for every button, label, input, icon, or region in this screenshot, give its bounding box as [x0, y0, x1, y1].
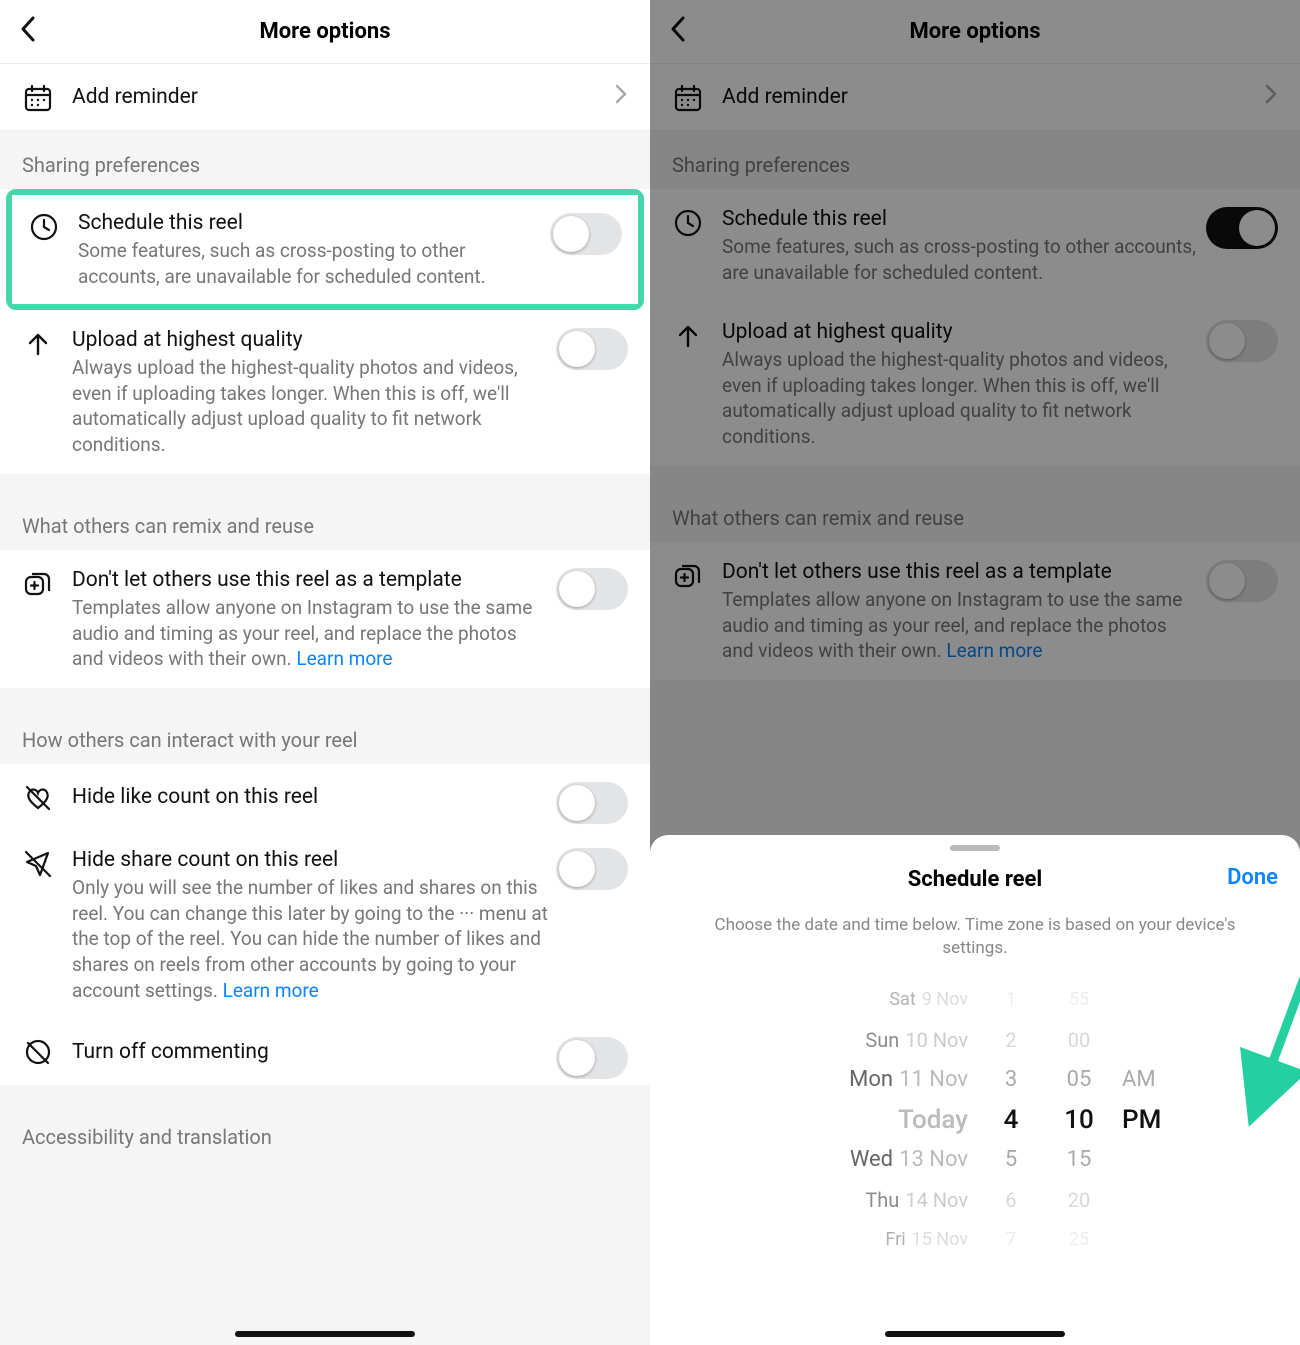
picker-minute-column[interactable]: 55 00 05 10 15 20 25 — [1054, 980, 1104, 1260]
learn-more-link-2[interactable]: Learn more — [223, 979, 319, 1002]
template-toggle[interactable] — [556, 568, 628, 610]
page-title: More options — [910, 19, 1041, 44]
schedule-title: Schedule this reel — [78, 209, 542, 237]
sheet-grabber[interactable] — [950, 845, 1000, 851]
turn-off-commenting-toggle[interactable] — [556, 1037, 628, 1079]
arrow-up-icon — [672, 320, 704, 352]
schedule-highlight: Schedule this reel Some features, such a… — [6, 189, 644, 310]
chevron-right-icon — [614, 82, 628, 112]
schedule-desc: Some features, such as cross-posting to … — [78, 238, 542, 289]
calendar-icon — [22, 82, 54, 114]
add-reminder-label: Add reminder — [72, 83, 628, 111]
template-icon — [672, 560, 704, 592]
upload-quality-row[interactable]: Upload at highest quality Always upload … — [0, 310, 650, 474]
schedule-toggle[interactable] — [550, 213, 622, 255]
datetime-picker[interactable]: Sat9 Nov Sun10 Nov Mon11 Nov Today Wed13… — [650, 980, 1300, 1260]
share-off-icon — [22, 848, 54, 880]
calendar-icon — [672, 82, 704, 114]
hide-shares-row[interactable]: Hide share count on this reel Only you w… — [0, 830, 650, 1020]
upload-quality-title: Upload at highest quality — [722, 318, 1198, 346]
left-screenshot: More options Add reminder Sharing prefer… — [0, 0, 650, 1345]
right-screenshot: More options Add reminder Sharing prefer… — [650, 0, 1300, 1345]
hide-shares-title: Hide share count on this reel — [72, 846, 548, 874]
hide-likes-toggle[interactable] — [556, 782, 628, 824]
template-title: Don't let others use this reel as a temp… — [72, 566, 548, 594]
upload-quality-toggle[interactable] — [1206, 320, 1278, 362]
section-sharing-prefs: Sharing preferences — [650, 131, 1300, 189]
upload-quality-toggle[interactable] — [556, 328, 628, 370]
add-reminder-row[interactable]: Add reminder — [0, 64, 650, 131]
schedule-desc: Some features, such as cross-posting to … — [722, 234, 1198, 285]
header: More options — [650, 0, 1300, 64]
template-row[interactable]: Don't let others use this reel as a temp… — [650, 542, 1300, 680]
section-remix: What others can remix and reuse — [650, 484, 1300, 542]
hide-likes-title: Hide like count on this reel — [72, 783, 628, 811]
picker-date-column[interactable]: Sat9 Nov Sun10 Nov Mon11 Nov Today Wed13… — [778, 980, 968, 1260]
home-indicator — [885, 1331, 1065, 1337]
section-interact: How others can interact with your reel — [0, 706, 650, 764]
clock-icon — [672, 207, 704, 239]
upload-quality-title: Upload at highest quality — [72, 326, 548, 354]
back-button[interactable] — [18, 15, 38, 49]
back-button[interactable] — [668, 15, 688, 49]
hide-likes-row[interactable]: Hide like count on this reel — [0, 764, 650, 830]
sheet-subtitle: Choose the date and time below. Time zon… — [650, 910, 1300, 980]
section-sharing-prefs: Sharing preferences — [0, 131, 650, 189]
add-reminder-row[interactable]: Add reminder — [650, 64, 1300, 131]
section-remix: What others can remix and reuse — [0, 492, 650, 550]
schedule-sheet: Schedule reel Done Choose the date and t… — [650, 835, 1300, 1345]
template-icon — [22, 568, 54, 600]
template-title: Don't let others use this reel as a temp… — [722, 558, 1198, 586]
done-button[interactable]: Done — [1227, 865, 1278, 890]
hide-shares-toggle[interactable] — [556, 848, 628, 890]
header: More options — [0, 0, 650, 64]
upload-quality-desc: Always upload the highest-quality photos… — [722, 347, 1198, 450]
comment-off-icon — [22, 1037, 54, 1069]
turn-off-commenting-title: Turn off commenting — [72, 1038, 628, 1066]
picker-hour-column[interactable]: 1 2 3 4 5 6 7 — [986, 980, 1036, 1260]
page-title: More options — [260, 19, 391, 44]
picker-ampm-column[interactable]: AM PM — [1122, 980, 1172, 1260]
template-desc: Templates allow anyone on Instagram to u… — [72, 595, 548, 672]
home-indicator — [235, 1331, 415, 1337]
hide-shares-desc: Only you will see the number of likes an… — [72, 875, 548, 1003]
clock-icon — [28, 211, 60, 243]
schedule-reel-row[interactable]: Schedule this reel Some features, such a… — [650, 189, 1300, 302]
upload-quality-row[interactable]: Upload at highest quality Always upload … — [650, 302, 1300, 466]
sheet-title: Schedule reel — [908, 867, 1043, 892]
section-accessibility: Accessibility and translation — [0, 1103, 650, 1161]
schedule-title: Schedule this reel — [722, 205, 1198, 233]
chevron-right-icon — [1264, 82, 1278, 112]
add-reminder-label: Add reminder — [722, 83, 1278, 111]
heart-off-icon — [22, 782, 54, 814]
turn-off-commenting-row[interactable]: Turn off commenting — [0, 1019, 650, 1085]
learn-more-link[interactable]: Learn more — [296, 647, 392, 670]
template-toggle[interactable] — [1206, 560, 1278, 602]
template-desc: Templates allow anyone on Instagram to u… — [722, 587, 1198, 664]
learn-more-link[interactable]: Learn more — [946, 639, 1042, 662]
arrow-up-icon — [22, 328, 54, 360]
schedule-reel-row[interactable]: Schedule this reel Some features, such a… — [12, 195, 638, 304]
upload-quality-desc: Always upload the highest-quality photos… — [72, 355, 548, 458]
schedule-toggle[interactable] — [1206, 207, 1278, 249]
template-row[interactable]: Don't let others use this reel as a temp… — [0, 550, 650, 688]
